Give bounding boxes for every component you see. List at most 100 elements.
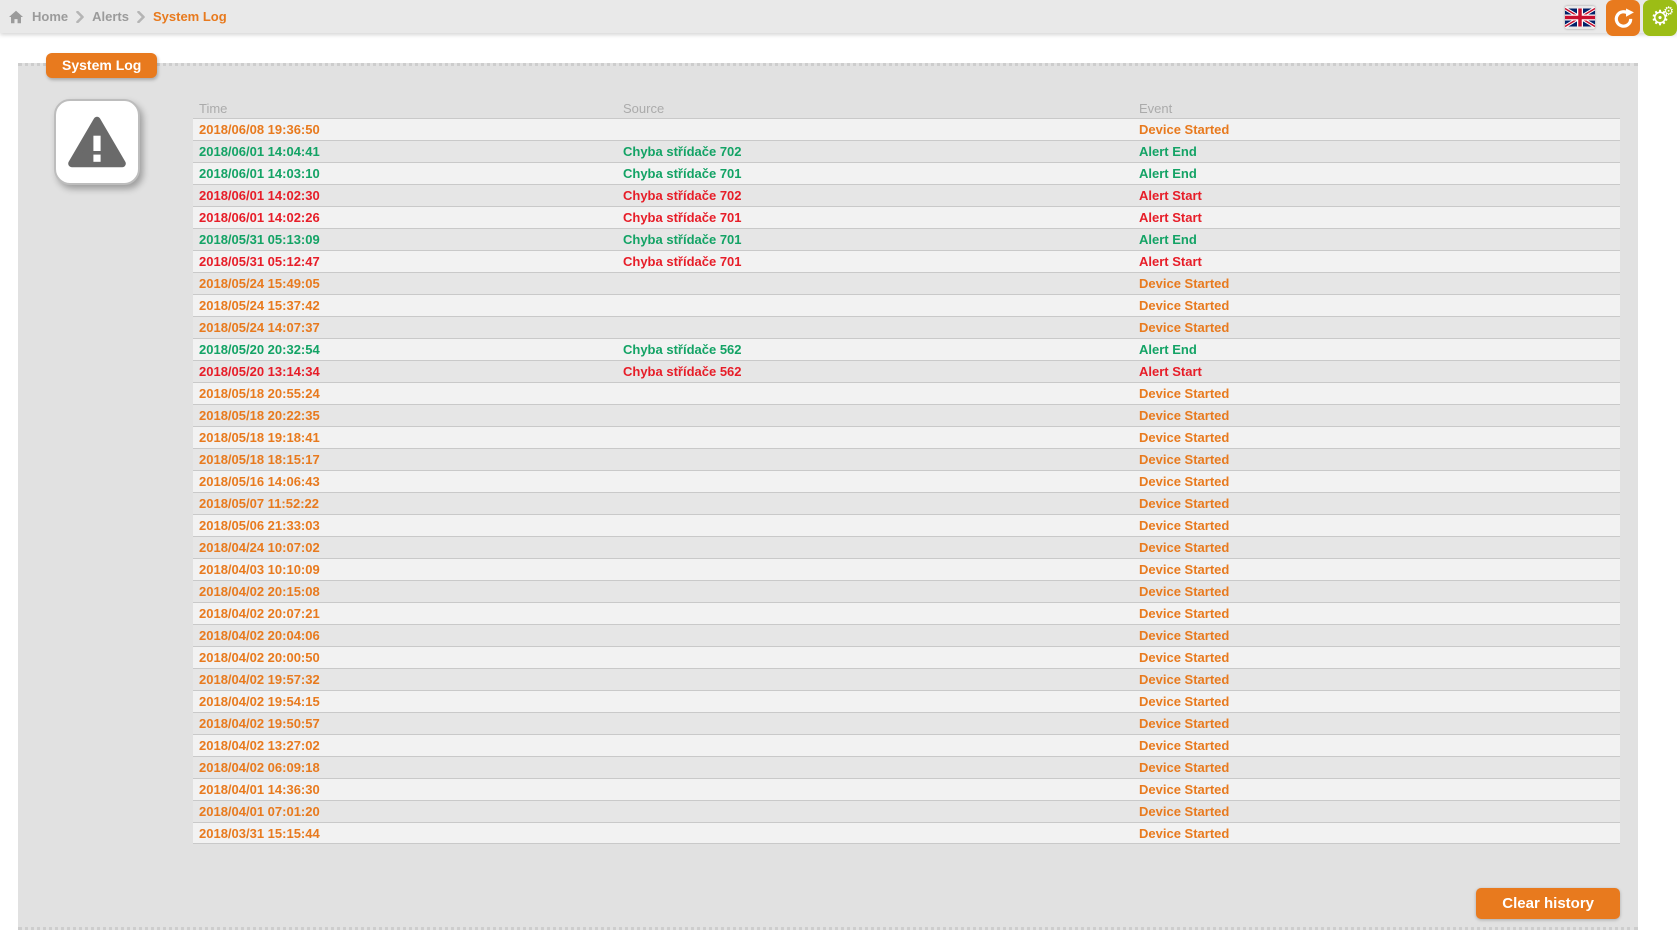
cell-source (617, 449, 1133, 470)
cell-time: 2018/05/24 15:37:42 (193, 295, 617, 316)
cell-source: Chyba střídače 701 (617, 163, 1133, 184)
cell-time: 2018/04/02 13:27:02 (193, 735, 617, 756)
table-row: 2018/05/18 20:22:35 Device Started (193, 404, 1620, 426)
table-row: 2018/04/03 10:10:09 Device Started (193, 558, 1620, 580)
cell-source (617, 581, 1133, 602)
table-row: 2018/04/02 20:00:50 Device Started (193, 646, 1620, 668)
cell-time: 2018/04/02 20:04:06 (193, 625, 617, 646)
cell-time: 2018/04/03 10:10:09 (193, 559, 617, 580)
cell-event: Device Started (1133, 471, 1620, 492)
table-row: 2018/05/20 13:14:34 Chyba střídače 562 A… (193, 360, 1620, 382)
cell-event: Device Started (1133, 383, 1620, 404)
cell-source (617, 757, 1133, 778)
cell-time: 2018/04/02 06:09:18 (193, 757, 617, 778)
cell-time: 2018/05/24 14:07:37 (193, 317, 617, 338)
cell-time: 2018/06/08 19:36:50 (193, 119, 617, 140)
cell-source: Chyba střídače 701 (617, 229, 1133, 250)
breadcrumb-alerts[interactable]: Alerts (92, 9, 129, 24)
cell-event: Device Started (1133, 273, 1620, 294)
chevron-right-icon (76, 11, 84, 23)
cell-event: Device Started (1133, 405, 1620, 426)
cell-event: Alert Start (1133, 207, 1620, 228)
table-row: 2018/05/24 15:49:05 Device Started (193, 272, 1620, 294)
cell-event: Device Started (1133, 537, 1620, 558)
cell-source (617, 383, 1133, 404)
cell-source (617, 647, 1133, 668)
cell-source (617, 273, 1133, 294)
cell-event: Device Started (1133, 625, 1620, 646)
table-row: 2018/04/01 14:36:30 Device Started (193, 778, 1620, 800)
table-row: 2018/05/06 21:33:03 Device Started (193, 514, 1620, 536)
cell-time: 2018/06/01 14:02:30 (193, 185, 617, 206)
table-row: 2018/06/08 19:36:50 Device Started (193, 118, 1620, 140)
cell-time: 2018/04/02 20:15:08 (193, 581, 617, 602)
cell-time: 2018/04/02 19:50:57 (193, 713, 617, 734)
system-log-panel: System Log Time Source Event 2018/06/08 … (18, 63, 1638, 930)
cell-time: 2018/03/31 15:15:44 (193, 823, 617, 843)
cell-time: 2018/05/18 20:55:24 (193, 383, 617, 404)
cell-time: 2018/04/24 10:07:02 (193, 537, 617, 558)
cell-time: 2018/04/01 07:01:20 (193, 801, 617, 822)
cell-time: 2018/06/01 14:02:26 (193, 207, 617, 228)
table-row: 2018/05/07 11:52:22 Device Started (193, 492, 1620, 514)
table-row: 2018/04/01 07:01:20 Device Started (193, 800, 1620, 822)
table-row: 2018/06/01 14:04:41 Chyba střídače 702 A… (193, 140, 1620, 162)
cell-source: Chyba střídače 562 (617, 339, 1133, 360)
refresh-button[interactable] (1606, 0, 1640, 36)
table-row: 2018/05/18 19:18:41 Device Started (193, 426, 1620, 448)
column-header-event: Event (1133, 101, 1620, 116)
cell-event: Device Started (1133, 735, 1620, 756)
cell-time: 2018/05/24 15:49:05 (193, 273, 617, 294)
cell-event: Alert End (1133, 163, 1620, 184)
settings-button[interactable]: ⚙ ⚙ (1643, 0, 1677, 36)
cell-source (617, 537, 1133, 558)
cell-event: Alert End (1133, 141, 1620, 162)
table-row: 2018/05/20 20:32:54 Chyba střídače 562 A… (193, 338, 1620, 360)
cell-event: Device Started (1133, 493, 1620, 514)
cell-event: Device Started (1133, 581, 1620, 602)
table-header: Time Source Event (193, 98, 1620, 118)
cell-time: 2018/06/01 14:03:10 (193, 163, 617, 184)
cell-event: Device Started (1133, 757, 1620, 778)
cell-time: 2018/05/31 05:13:09 (193, 229, 617, 250)
cell-source (617, 801, 1133, 822)
cell-event: Device Started (1133, 669, 1620, 690)
clear-history-button[interactable]: Clear history (1476, 888, 1620, 919)
cell-source: Chyba střídače 562 (617, 361, 1133, 382)
cell-event: Device Started (1133, 427, 1620, 448)
cell-source: Chyba střídače 701 (617, 207, 1133, 228)
cell-event: Device Started (1133, 801, 1620, 822)
cell-event: Alert Start (1133, 185, 1620, 206)
table-row: 2018/04/02 19:50:57 Device Started (193, 712, 1620, 734)
cell-source (617, 405, 1133, 426)
cell-event: Device Started (1133, 691, 1620, 712)
breadcrumb-system-log: System Log (153, 9, 227, 24)
language-flag-button[interactable] (1565, 6, 1595, 29)
cell-time: 2018/04/02 19:57:32 (193, 669, 617, 690)
log-rows: 2018/06/08 19:36:50 Device Started 2018/… (193, 118, 1620, 844)
table-row: 2018/06/01 14:02:30 Chyba střídače 702 A… (193, 184, 1620, 206)
cell-event: Device Started (1133, 713, 1620, 734)
cell-event: Device Started (1133, 449, 1620, 470)
table-row: 2018/05/16 14:06:43 Device Started (193, 470, 1620, 492)
cell-source (617, 779, 1133, 800)
breadcrumb-home[interactable]: Home (32, 9, 68, 24)
cell-source (617, 493, 1133, 514)
chevron-right-icon (137, 11, 145, 23)
cell-time: 2018/05/18 20:22:35 (193, 405, 617, 426)
cell-time: 2018/05/06 21:33:03 (193, 515, 617, 536)
top-navigation-bar: Home Alerts System Log ⚙ (0, 0, 1677, 33)
table-row: 2018/05/31 05:13:09 Chyba střídače 701 A… (193, 228, 1620, 250)
cell-time: 2018/04/01 14:36:30 (193, 779, 617, 800)
cell-source (617, 515, 1133, 536)
table-row: 2018/05/18 20:55:24 Device Started (193, 382, 1620, 404)
cell-source (617, 625, 1133, 646)
table-row: 2018/05/24 15:37:42 Device Started (193, 294, 1620, 316)
breadcrumb: Home Alerts System Log (8, 9, 227, 24)
cell-event: Device Started (1133, 515, 1620, 536)
cell-event: Device Started (1133, 603, 1620, 624)
cell-source (617, 295, 1133, 316)
system-log-tab[interactable]: System Log (46, 53, 157, 78)
column-header-time: Time (193, 101, 617, 116)
cell-time: 2018/05/31 05:12:47 (193, 251, 617, 272)
